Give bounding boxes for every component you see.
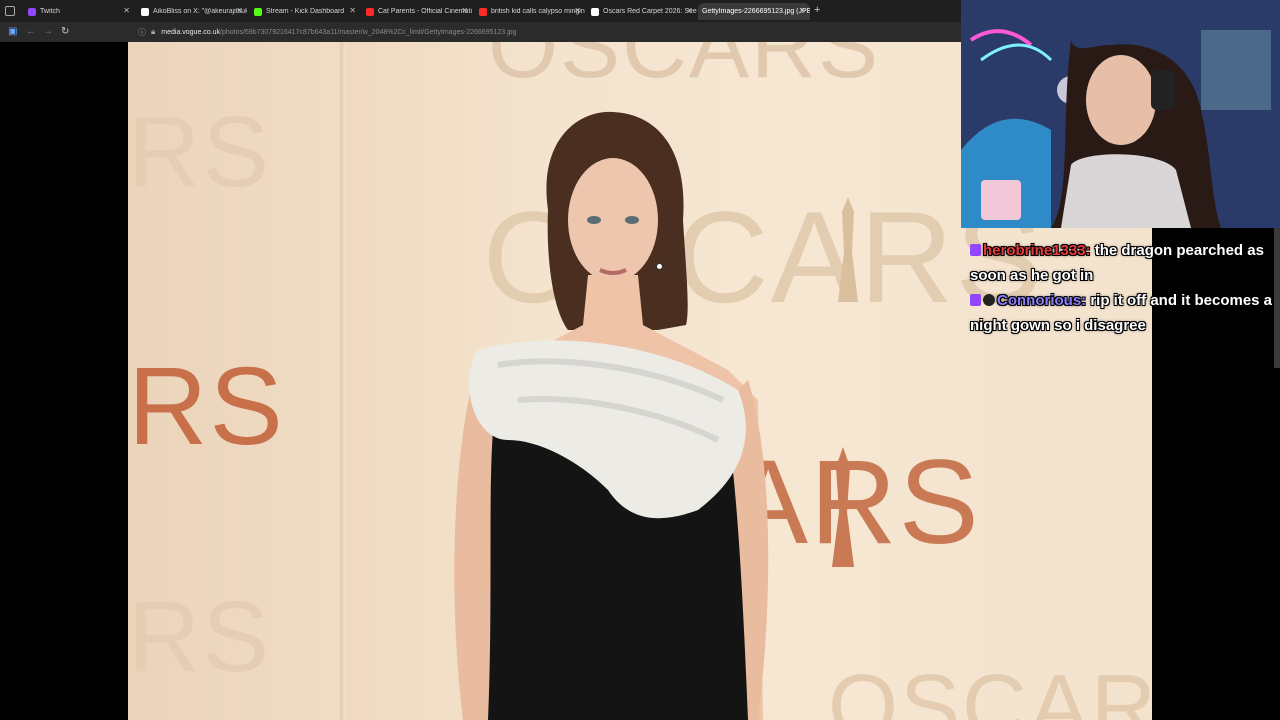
sidebar-icon[interactable]: ▣ [8, 26, 17, 38]
backdrop-panel-edge [340, 42, 346, 720]
lock-icon[interactable]: 🔒︎ [151, 27, 155, 37]
close-tab-icon[interactable]: ✕ [236, 6, 243, 15]
browser-toolbar: ▣ ← → ↻ ⓘ 🔒︎ media.vogue.co.uk/photos/69… [0, 22, 961, 42]
reload-icon[interactable]: ↻ [61, 26, 69, 38]
back-icon[interactable]: ← [26, 26, 36, 38]
chat-username: Connorious: [997, 292, 1087, 309]
twitch-badge-icon [970, 294, 981, 306]
url-text[interactable]: media.vogue.co.uk/photos/69b73079216417c… [161, 29, 516, 36]
tab-label: Stream - Kick Dashboard [266, 8, 345, 15]
close-tab-icon[interactable]: ✕ [799, 6, 806, 15]
tab-label: Twitch [40, 8, 60, 15]
tab-list-icon[interactable] [5, 6, 15, 16]
tab-aikobliss[interactable]: AikoBliss on X: "@akeurajitsuki ✕ [137, 3, 247, 20]
tab-twitch[interactable]: Twitch ✕ [24, 3, 134, 20]
youtube-icon [366, 7, 374, 16]
tab-oscars-red-carpet[interactable]: Oscars Red Carpet 2026: See E ✕ [587, 3, 697, 20]
x-icon [141, 7, 149, 16]
oscar-statuette-icon [838, 197, 858, 302]
streamer-webcam [961, 0, 1280, 228]
close-tab-icon[interactable]: ✕ [461, 6, 468, 15]
backdrop-logo: RS [128, 96, 271, 208]
stream-chat-overlay: herobrine1333: the dragon pearched as so… [970, 238, 1276, 338]
chat-username: herobrine1333: [983, 242, 1091, 259]
forward-icon[interactable]: → [43, 26, 53, 38]
tab-label: AikoBliss on X: "@akeurajitsuki [153, 8, 247, 15]
person-in-gown [454, 111, 769, 720]
page-scrollbar[interactable] [1274, 228, 1280, 368]
close-tab-icon[interactable]: ✕ [349, 6, 356, 15]
avatar [983, 294, 995, 306]
oscar-statuette-icon [832, 447, 854, 567]
tab-cat-parents[interactable]: Cat Parents - Official Cinematic ✕ [362, 3, 472, 20]
close-tab-icon[interactable]: ✕ [686, 6, 693, 15]
tab-label: Oscars Red Carpet 2026: See E [603, 8, 697, 15]
close-tab-icon[interactable]: ✕ [123, 6, 130, 15]
tab-label: Cat Parents - Official Cinematic [378, 8, 472, 15]
backdrop-logo: RS [128, 345, 285, 468]
backdrop-logo: OSCARS [828, 657, 1152, 720]
backdrop-logo: RS [128, 581, 271, 693]
tab-british-kid[interactable]: british kid calls calypso minging ✕ [475, 3, 585, 20]
mouse-cursor [656, 263, 663, 270]
address-bar[interactable]: ⓘ 🔒︎ media.vogue.co.uk/photos/69b7307921… [130, 25, 958, 39]
tab-kick-dashboard[interactable]: Stream - Kick Dashboard ✕ [250, 3, 360, 20]
youtube-icon [479, 7, 487, 16]
info-icon[interactable]: ⓘ [138, 27, 146, 38]
twitch-badge-icon [970, 244, 981, 256]
vogue-icon [591, 7, 599, 16]
tab-label: GettyImages-2266695123.jpg (JPEG [702, 8, 810, 15]
chat-message: herobrine1333: the dragon pearched as so… [970, 238, 1276, 288]
twitch-icon [28, 7, 36, 16]
close-tab-icon[interactable]: ✕ [574, 6, 581, 15]
tab-gettyimages-jpeg[interactable]: GettyImages-2266695123.jpg (JPEG ✕ [698, 3, 810, 20]
tab-label: british kid calls calypso minging [491, 8, 585, 15]
new-tab-button[interactable]: + [814, 4, 820, 16]
tab-strip: Twitch ✕ AikoBliss on X: "@akeurajitsuki… [0, 0, 961, 22]
webcam-scene [961, 0, 1280, 228]
chat-message: Connorious: rip it off and it becomes a … [970, 288, 1276, 338]
kick-icon [254, 7, 262, 16]
